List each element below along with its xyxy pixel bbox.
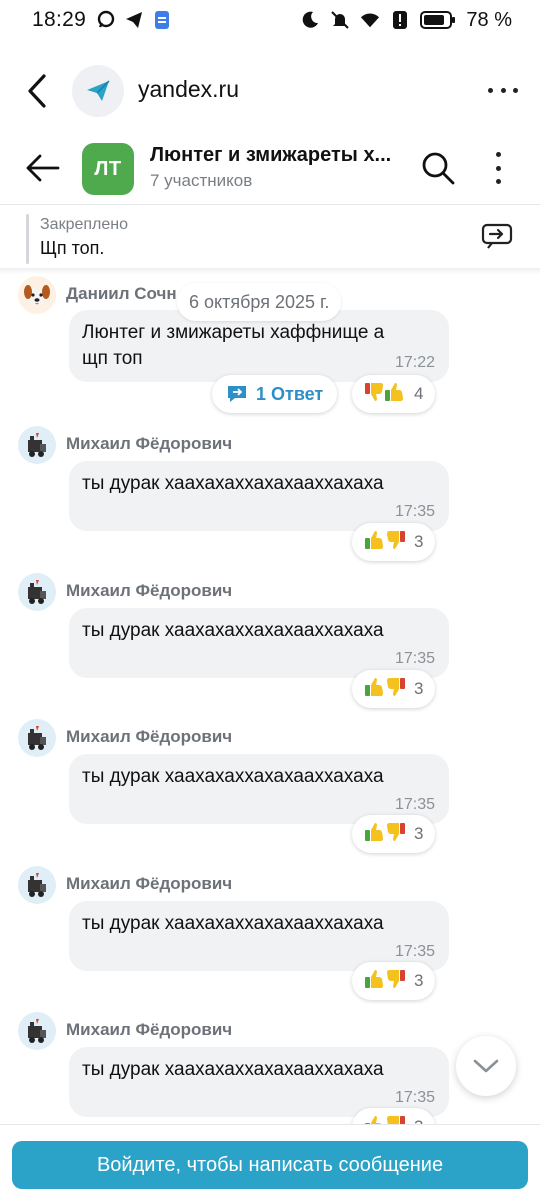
site-domain[interactable]: yandex.ru	[138, 76, 239, 103]
thumbs-up-emoji-icon	[364, 529, 386, 556]
reaction-pill[interactable]: 3	[352, 815, 436, 853]
status-time: 18:29	[32, 8, 87, 31]
chat-title[interactable]: Люнтег и змижареты х...	[150, 144, 391, 167]
site-icon[interactable]	[72, 65, 124, 117]
thumbs-up-emoji-icon	[364, 821, 386, 848]
message-time: 17:35	[394, 1089, 435, 1106]
chevron-down-icon	[473, 1059, 499, 1073]
message-author[interactable]: Михаил Фёдорович	[66, 434, 232, 454]
browser-more-icon[interactable]	[488, 78, 518, 102]
thumbs-down-emoji-icon	[384, 1114, 406, 1124]
message-author[interactable]: Михаил Фёдорович	[66, 874, 232, 894]
chat-back-icon[interactable]	[24, 152, 60, 184]
login-to-write-button[interactable]: Войдите, чтобы написать сообщение	[12, 1141, 528, 1189]
thumbs-up-emoji-icon	[384, 381, 406, 408]
reaction-pill[interactable]: 4	[352, 375, 436, 413]
message-text: ты дурак хаахахаххахахааххахаха	[82, 473, 384, 494]
reaction-pill[interactable]: 3	[352, 523, 436, 561]
reaction-count: 4	[414, 384, 424, 403]
thread-replies-button[interactable]: 1 Ответ	[212, 375, 338, 413]
message-author[interactable]: Михаил Фёдорович	[66, 1020, 232, 1040]
date-separator: 6 октября 2025 г.	[177, 283, 342, 321]
chat-notification-icon	[96, 10, 116, 30]
message-text: ты дурак хаахахаххахахааххахаха	[82, 766, 384, 787]
thread-replies-label: 1 Ответ	[256, 383, 324, 404]
message-author[interactable]: Даниил Сочн	[66, 284, 177, 304]
reaction-pill[interactable]: 3	[352, 670, 436, 708]
user-avatar-dog[interactable]	[18, 276, 56, 314]
battery-level: 78 %	[466, 8, 512, 31]
thumbs-up-emoji-icon	[364, 1114, 386, 1124]
reaction-count: 3	[414, 532, 424, 551]
thumbs-down-emoji-icon	[384, 821, 406, 848]
reaction-pill[interactable]: 3	[352, 962, 436, 1000]
thumbs-up-emoji-icon	[364, 676, 386, 703]
telegram-notification-icon	[124, 10, 144, 30]
message-time: 17:35	[394, 503, 435, 520]
scroll-to-bottom-button[interactable]	[456, 1036, 516, 1096]
thumbs-up-emoji-icon	[364, 968, 386, 995]
message-bubble[interactable]: ты дурак хаахахаххахахааххахаха 17:35	[69, 754, 449, 824]
user-avatar-train[interactable]	[18, 573, 56, 611]
message-item: Михаил Фёдорович ты дурак хаахахаххахаха…	[0, 864, 540, 1012]
reply-bubble-icon	[228, 386, 246, 402]
user-avatar-train[interactable]	[18, 1012, 56, 1050]
pinned-list-icon[interactable]	[480, 222, 514, 252]
thumbs-down-emoji-icon	[384, 968, 406, 995]
chat-more-icon[interactable]	[488, 152, 508, 184]
message-time: 17:22	[394, 354, 435, 371]
message-text: Люнтег и змижареты хаффнище а щп топ	[82, 322, 385, 369]
thumbs-down-emoji-icon	[384, 676, 406, 703]
reaction-pill[interactable]: 3	[352, 1108, 436, 1124]
user-avatar-train[interactable]	[18, 426, 56, 464]
header-divider	[0, 204, 540, 205]
chat-participants[interactable]: 7 участников	[150, 171, 252, 191]
message-bubble[interactable]: ты дурак хаахахаххахахааххахаха 17:35	[69, 461, 449, 531]
search-icon[interactable]	[420, 150, 456, 186]
message-author[interactable]: Михаил Фёдорович	[66, 581, 232, 601]
message-text: ты дурак хаахахаххахахааххахаха	[82, 913, 384, 934]
browser-bar: yandex.ru	[0, 58, 540, 124]
message-time: 17:35	[394, 650, 435, 667]
pinned-label: Закреплено	[40, 216, 128, 233]
message-bubble[interactable]: ты дурак хаахахаххахахааххахаха 17:35	[69, 901, 449, 971]
message-time: 17:35	[394, 943, 435, 960]
thumbs-down-emoji-icon	[364, 381, 386, 408]
message-item: Михаил Фёдорович ты дурак хаахахаххахаха…	[0, 571, 540, 719]
muted-bell-icon	[330, 10, 350, 30]
message-bubble[interactable]: ты дурак хаахахаххахахааххахаха 17:35	[69, 608, 449, 678]
message-bubble[interactable]: ты дурак хаахахаххахахааххахаха 17:35	[69, 1047, 449, 1117]
user-avatar-train[interactable]	[18, 719, 56, 757]
user-avatar-train[interactable]	[18, 866, 56, 904]
document-notification-icon	[152, 10, 172, 30]
browser-back-icon[interactable]	[22, 72, 54, 110]
reaction-count: 3	[414, 679, 424, 698]
pinned-text: Щп топ.	[40, 238, 105, 258]
pinned-message[interactable]: Закреплено Щп топ.	[0, 210, 540, 268]
message-author[interactable]: Михаил Фёдорович	[66, 727, 232, 747]
pinned-bar	[26, 214, 29, 264]
reaction-count: 3	[414, 971, 424, 990]
message-text: ты дурак хаахахаххахахааххахаха	[82, 620, 384, 641]
reaction-count: 3	[414, 824, 424, 843]
message-time: 17:35	[394, 796, 435, 813]
wifi-icon	[360, 10, 380, 30]
composer-area: Войдите, чтобы написать сообщение	[0, 1124, 540, 1200]
do-not-disturb-icon	[300, 10, 320, 30]
status-bar: 18:29 78 %	[0, 0, 540, 40]
thumbs-down-emoji-icon	[384, 529, 406, 556]
message-item: Михаил Фёдорович ты дурак хаахахаххахаха…	[0, 424, 540, 572]
alert-icon	[390, 10, 410, 30]
message-text: ты дурак хаахахаххахахааххахаха	[82, 1059, 384, 1080]
reaction-count: 3	[414, 1117, 423, 1124]
chat-header: ЛТ Люнтег и змижареты х... 7 участников	[0, 136, 540, 202]
message-item: Михаил Фёдорович ты дурак хаахахаххахаха…	[0, 717, 540, 865]
battery-icon	[420, 10, 456, 30]
group-avatar[interactable]: ЛТ	[82, 143, 134, 195]
